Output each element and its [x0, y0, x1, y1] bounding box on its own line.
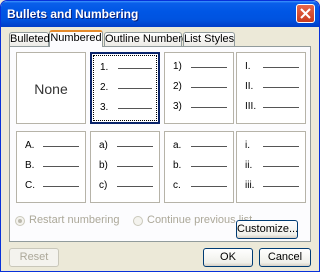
- style-preview-row: 2): [173, 81, 227, 95]
- preview-text-line: [263, 166, 299, 167]
- numbering-style-option[interactable]: a. b. c.: [164, 131, 234, 203]
- preview-text-line: [191, 107, 227, 108]
- style-preview-row: 2.: [100, 82, 152, 96]
- number-marker: i.: [245, 140, 250, 151]
- preview-text-line: [117, 166, 153, 167]
- customize-button[interactable]: Customize...: [236, 220, 298, 239]
- preview-text-line: [118, 108, 152, 109]
- close-icon: [300, 8, 311, 19]
- preview-text-line: [263, 67, 299, 68]
- reset-button[interactable]: Reset: [9, 248, 59, 267]
- tab-list-styles[interactable]: List Styles: [183, 32, 235, 46]
- numbering-style-option[interactable]: 1) 2) 3): [164, 52, 234, 124]
- style-preview-row: a): [99, 140, 153, 154]
- preview-text-line: [263, 186, 299, 187]
- numbering-style-option[interactable]: i. ii. iii.: [236, 131, 306, 203]
- preview-text-line: [191, 67, 227, 68]
- numbering-style-option[interactable]: None: [16, 52, 86, 124]
- style-preview-row: a.: [173, 140, 227, 154]
- number-marker: II.: [245, 81, 254, 92]
- style-preview-row: A.: [25, 140, 79, 154]
- preview-text-line: [43, 186, 79, 187]
- preview-text-line: [118, 68, 152, 69]
- cancel-button[interactable]: Cancel: [259, 248, 311, 267]
- tab-outline-numbered[interactable]: Outline Numbered: [104, 32, 194, 46]
- style-preview-row: II.: [245, 81, 299, 95]
- number-marker: 3): [173, 101, 182, 112]
- preview-text-line: [43, 146, 79, 147]
- preview-text-line: [43, 166, 79, 167]
- style-preview-row: c.: [173, 180, 227, 194]
- number-marker: 2.: [100, 82, 109, 93]
- number-marker: B.: [25, 160, 35, 171]
- number-marker: b.: [173, 160, 182, 171]
- preview-text-line: [191, 186, 227, 187]
- number-marker: a.: [173, 140, 182, 151]
- number-marker: ii.: [245, 160, 253, 171]
- style-preview-row: b): [99, 160, 153, 174]
- number-marker: c): [99, 180, 108, 191]
- style-preview-row: iii.: [245, 180, 299, 194]
- preview-text-line: [191, 166, 227, 167]
- continue-list-radio[interactable]: [133, 216, 143, 226]
- style-preview-row: III.: [245, 101, 299, 115]
- ok-button[interactable]: OK: [203, 248, 253, 267]
- preview-text-line: [118, 88, 152, 89]
- dialog-window: Bullets and Numbering Bulleted Numbered …: [0, 0, 320, 272]
- style-preview-row: 3.: [100, 102, 152, 116]
- title-bar[interactable]: Bullets and Numbering: [1, 1, 319, 27]
- style-preview-row: B.: [25, 160, 79, 174]
- number-marker: 2): [173, 81, 182, 92]
- none-style-label: None: [34, 81, 68, 97]
- style-preview-row: 1): [173, 61, 227, 75]
- numbering-style-option[interactable]: I. II. III.: [236, 52, 306, 124]
- number-marker: iii.: [245, 180, 255, 191]
- tab-bulleted[interactable]: Bulleted: [9, 32, 50, 46]
- restart-numbering-label: Restart numbering: [29, 214, 120, 226]
- numbering-style-option[interactable]: A. B. C.: [16, 131, 86, 203]
- number-marker: c.: [173, 180, 181, 191]
- dialog-title: Bullets and Numbering: [7, 7, 139, 21]
- number-marker: C.: [25, 180, 35, 191]
- style-preview-row: b.: [173, 160, 227, 174]
- preview-text-line: [191, 146, 227, 147]
- preview-text-line: [263, 146, 299, 147]
- numbering-style-option[interactable]: 1. 2. 3.: [90, 52, 160, 124]
- preview-text-line: [117, 146, 153, 147]
- style-preview-row: 1.: [100, 62, 152, 76]
- close-button[interactable]: [296, 4, 315, 23]
- tab-panel: None 1. 2. 3. 1) 2) 3) I. II. III. A. B. C. a) b) c) a. b…: [9, 46, 311, 242]
- preview-text-line: [191, 87, 227, 88]
- preview-text-line: [263, 107, 299, 108]
- numbering-style-option[interactable]: a) b) c): [90, 131, 160, 203]
- number-marker: I.: [245, 61, 251, 72]
- preview-text-line: [117, 186, 153, 187]
- style-preview-row: I.: [245, 61, 299, 75]
- style-preview-row: i.: [245, 140, 299, 154]
- style-preview-row: ii.: [245, 160, 299, 174]
- number-marker: b): [99, 160, 108, 171]
- style-preview-row: 3): [173, 101, 227, 115]
- number-marker: 3.: [100, 102, 109, 113]
- tab-numbered[interactable]: Numbered: [49, 30, 103, 47]
- number-marker: a): [99, 140, 108, 151]
- preview-text-line: [263, 87, 299, 88]
- number-marker: 1): [173, 61, 182, 72]
- number-marker: A.: [25, 140, 35, 151]
- number-marker: III.: [245, 101, 257, 112]
- restart-numbering-radio[interactable]: [15, 216, 25, 226]
- number-marker: 1.: [100, 62, 109, 73]
- style-preview-row: C.: [25, 180, 79, 194]
- style-preview-row: c): [99, 180, 153, 194]
